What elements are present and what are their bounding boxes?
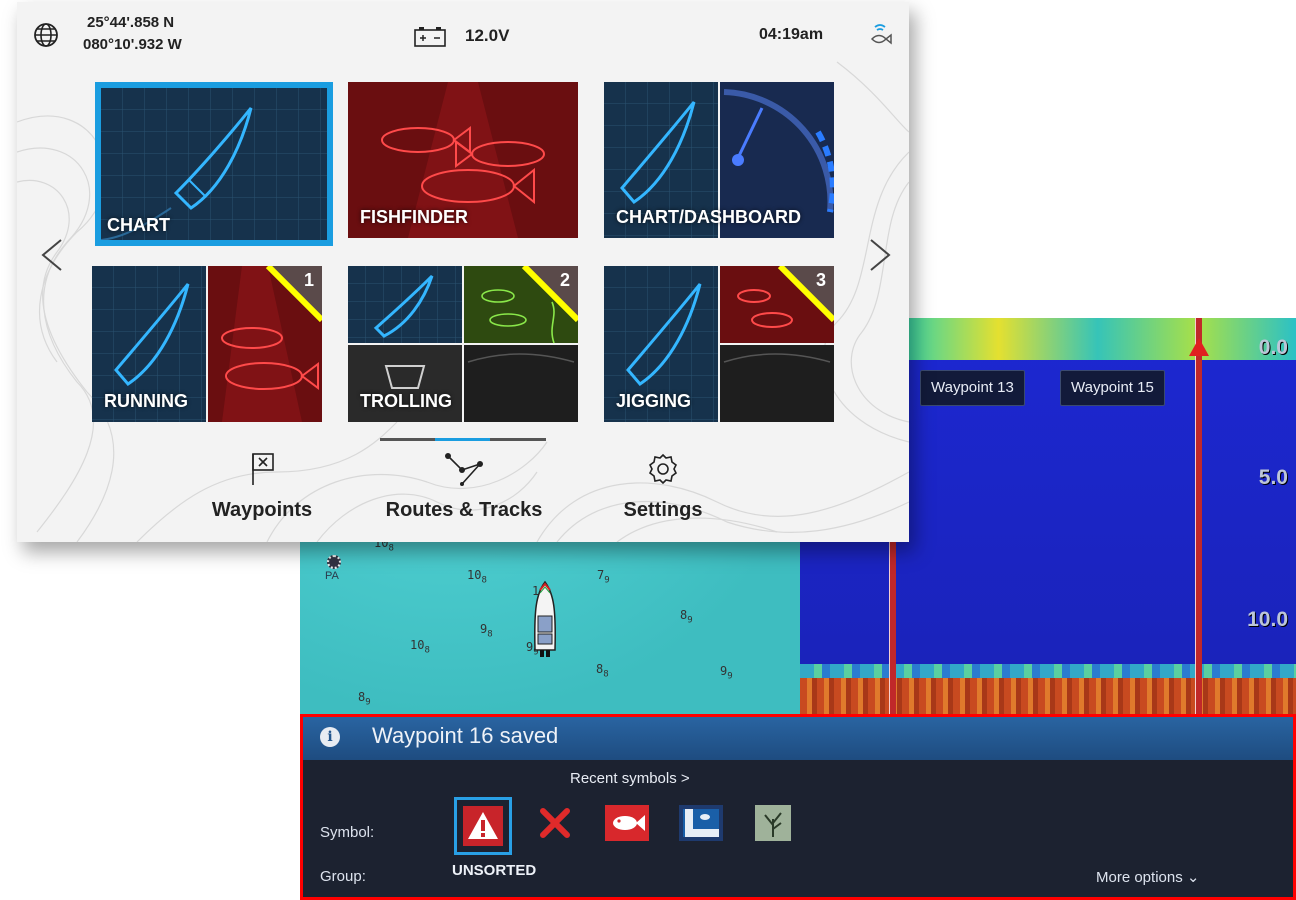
waypoints-label: Waypoints: [211, 499, 313, 521]
tile-running[interactable]: 1 RUNNING: [92, 266, 322, 422]
tile-fishfinder[interactable]: FISHFINDER: [348, 82, 578, 238]
waypoint-tag[interactable]: Waypoint 13: [920, 370, 1025, 406]
voltage-readout: 12.0V: [465, 26, 510, 45]
waypoint-tag[interactable]: Waypoint 15: [1060, 370, 1165, 406]
chevron-left-icon[interactable]: [37, 238, 67, 272]
seabed-return: [800, 664, 1296, 718]
chart-marker: PA: [325, 555, 341, 582]
latitude: 25°44'.858 N: [87, 14, 175, 31]
depth-sounding: 99: [720, 664, 733, 682]
longitude: 080°10'.932 W: [83, 36, 182, 53]
tile-label: CHART: [107, 215, 170, 235]
tile-label: RUNNING: [104, 391, 188, 411]
tile-label: FISHFINDER: [360, 207, 468, 227]
battery-icon: [414, 27, 446, 47]
depth-sounding: 88: [596, 662, 609, 680]
depth-sounding: 89: [680, 608, 693, 626]
tile-trolling[interactable]: 2 TROLLING: [348, 266, 578, 422]
settings-button[interactable]: Settings: [613, 452, 713, 522]
tile-jigging[interactable]: 3 JIGGING: [604, 266, 834, 422]
waypoint-marker-line: [1189, 318, 1209, 718]
tile-chart[interactable]: CHART: [95, 82, 333, 246]
layout-badge: 1: [303, 270, 314, 290]
layout-badge: 2: [559, 270, 570, 290]
depth-scale-label: 10.0: [1247, 608, 1288, 631]
warning-triangle-icon: [1189, 338, 1209, 356]
settings-label: Settings: [623, 499, 703, 521]
tile-label: CHART/DASHBOARD: [616, 207, 801, 227]
depth-scale-label: 5.0: [1258, 466, 1288, 489]
route-icon: [445, 453, 483, 486]
waypoints-button[interactable]: Waypoints: [207, 452, 317, 522]
tile-chart-dashboard[interactable]: CHART/DASHBOARD: [604, 82, 834, 238]
page-indicator-active: [435, 438, 490, 441]
routes-tracks-label: Routes & Tracks: [385, 499, 543, 521]
tile-label: JIGGING: [616, 391, 692, 411]
depth-sounding: 79: [597, 568, 610, 586]
layout-badge: 3: [815, 270, 826, 290]
waypoint-flag-icon: [252, 453, 274, 485]
depth-sounding: 108: [410, 638, 430, 656]
dialog-highlight-outline: [300, 714, 1296, 900]
page-indicator: [380, 438, 546, 441]
clock: 04:19am: [759, 26, 824, 43]
depth-scale-label: 0.0: [1258, 336, 1288, 359]
depth-sounding: 98: [480, 622, 493, 640]
home-screen: 25°44'.858 N 080°10'.932 W 12.0V 04:19am…: [17, 2, 909, 542]
globe-icon[interactable]: [33, 22, 59, 48]
sonar-status-icon: [870, 24, 892, 45]
status-bar: 25°44'.858 N 080°10'.932 W 12.0V 04:19am: [17, 2, 909, 62]
tile-label: TROLLING: [360, 391, 452, 411]
vessel-icon: [534, 580, 556, 657]
depth-sounding: 89: [358, 690, 371, 708]
chevron-right-icon[interactable]: [865, 238, 895, 272]
routes-tracks-button[interactable]: Routes & Tracks: [379, 452, 549, 522]
gear-icon: [648, 453, 678, 485]
depth-sounding: 108: [467, 568, 487, 586]
